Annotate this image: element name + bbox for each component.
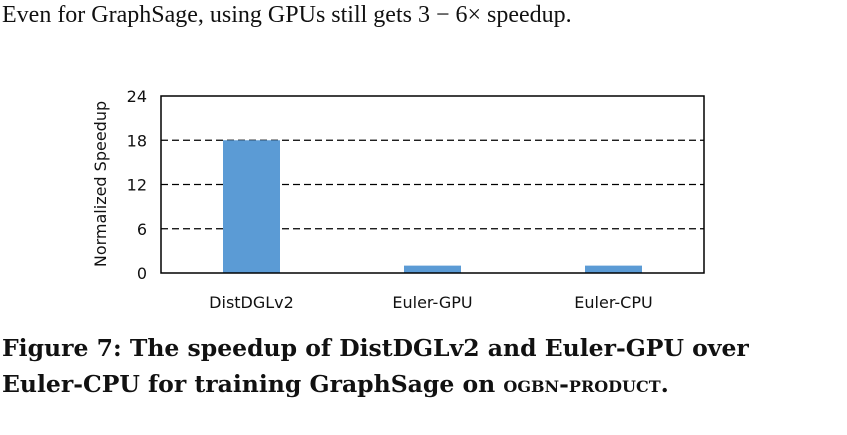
x-tick-label: Euler-GPU xyxy=(392,293,472,312)
caption-line-1: Figure 7: The speedup of DistDGLv2 and E… xyxy=(2,334,749,362)
y-tick-label: 12 xyxy=(127,176,147,195)
caption-line-2: Euler-CPU for training GraphSage on ogbn… xyxy=(2,366,842,402)
x-tick-label: Euler-CPU xyxy=(574,293,652,312)
y-tick-label: 0 xyxy=(137,264,147,283)
y-tick-label: 24 xyxy=(127,87,147,106)
y-tick-labels: 0 6 12 18 24 xyxy=(127,87,147,283)
bar-euler-gpu xyxy=(404,265,461,273)
bar-distdglv2 xyxy=(223,140,280,273)
caption-line-2-suffix: . xyxy=(660,370,669,398)
x-tick-label: DistDGLv2 xyxy=(209,293,294,312)
y-tick-label: 18 xyxy=(127,131,147,150)
speedup-bar-chart: 0 6 12 18 24 DistDGLv2 Euler-GPU Euler-CPU Nor… xyxy=(91,87,705,312)
caption-dataset: ogbn-product xyxy=(503,370,661,398)
caption-line-2-prefix: Euler-CPU for training GraphSage on xyxy=(2,370,504,398)
x-tick-labels: DistDGLv2 Euler-GPU Euler-CPU xyxy=(209,293,653,312)
figure-caption: Figure 7: The speedup of DistDGLv2 and E… xyxy=(2,330,842,402)
y-tick-label: 6 xyxy=(137,220,147,239)
bar-euler-cpu xyxy=(585,265,642,273)
bars xyxy=(223,140,642,273)
y-axis-label: Normalized Speedup xyxy=(91,101,110,267)
